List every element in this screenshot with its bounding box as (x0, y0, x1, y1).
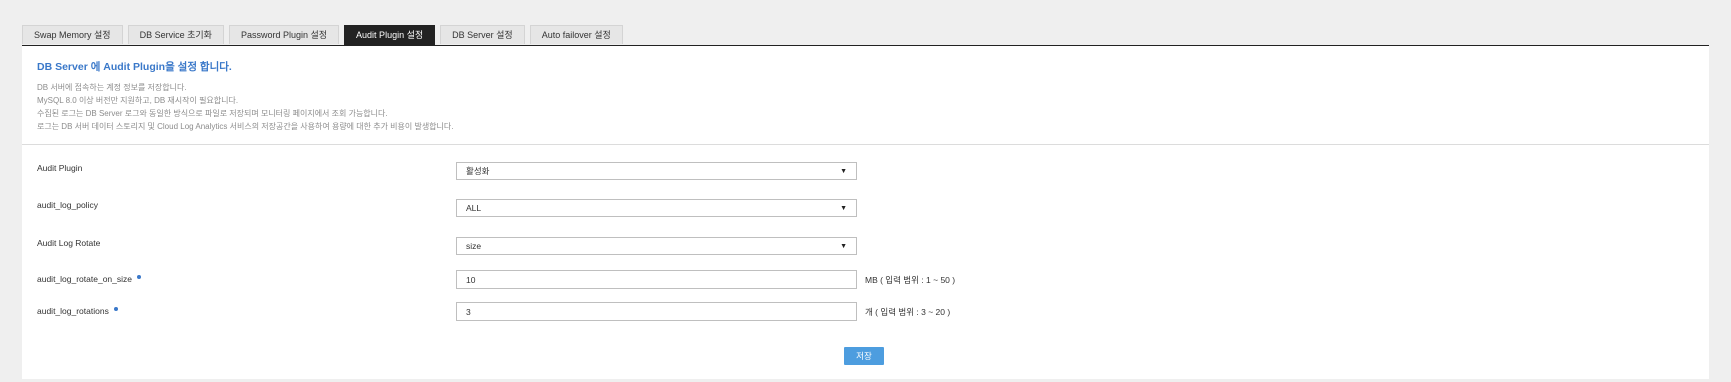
tab-auto-failover[interactable]: Auto failover 설정 (529, 25, 623, 44)
description-line: 로그는 DB 서버 데이터 스토리지 및 Cloud Log Analytics… (37, 122, 454, 131)
description-line: 수집된 로그는 DB Server 로그와 동일한 방식으로 파일로 저장되며 … (37, 109, 388, 118)
audit-log-policy-select[interactable]: ALL ▼ (456, 199, 857, 217)
audit-plugin-select[interactable]: 활성화 ▼ (456, 162, 857, 180)
tab-bar: Swap Memory 설정 DB Service 초기화 Password P… (22, 25, 628, 45)
audit-log-rotations-label: audit_log_rotations (37, 306, 118, 316)
description-line: DB 서버에 접속하는 계정 정보를 저장합니다. (37, 83, 187, 92)
panel-title: DB Server 에 Audit Plugin을 설정 합니다. (37, 61, 232, 73)
description-line: MySQL 8.0 이상 버전만 지원하고, DB 재시작이 필요합니다. (37, 96, 239, 105)
audit-plugin-value: 활성화 (466, 166, 490, 176)
audit-log-rotations-input[interactable] (456, 302, 857, 321)
audit-log-rotate-on-size-unit: MB ( 입력 범위 : 1 ~ 50 ) (865, 275, 956, 285)
audit-log-rotate-select[interactable]: size ▼ (456, 237, 857, 255)
audit-log-rotate-on-size-label-text: audit_log_rotate_on_size (37, 274, 132, 284)
audit-log-rotate-value: size (466, 241, 482, 251)
audit-log-rotate-on-size-input[interactable] (456, 270, 857, 289)
audit-log-policy-value: ALL (466, 203, 482, 213)
audit-plugin-label: Audit Plugin (37, 163, 83, 173)
caret-down-icon: ▼ (840, 205, 847, 212)
tab-audit-plugin[interactable]: Audit Plugin 설정 (344, 25, 436, 45)
tab-password-plugin[interactable]: Password Plugin 설정 (228, 25, 340, 44)
caret-down-icon: ▼ (840, 243, 847, 250)
audit-log-rotations-label-text: audit_log_rotations (37, 306, 109, 316)
save-button[interactable]: 저장 (844, 347, 884, 365)
audit-log-rotate-on-size-label: audit_log_rotate_on_size (37, 274, 141, 284)
caret-down-icon: ▼ (840, 168, 847, 175)
settings-panel: DB Server 에 Audit Plugin을 설정 합니다. DB 서버에… (22, 45, 1709, 379)
audit-log-policy-label: audit_log_policy (37, 200, 98, 210)
required-dot-icon (137, 275, 141, 279)
tab-db-server[interactable]: DB Server 설정 (440, 25, 525, 44)
panel-header: DB Server 에 Audit Plugin을 설정 합니다. DB 서버에… (22, 46, 1709, 145)
audit-log-rotations-unit: 개 ( 입력 범위 : 3 ~ 20 ) (865, 307, 951, 317)
tab-db-service-init[interactable]: DB Service 초기화 (127, 25, 224, 44)
audit-log-rotate-label: Audit Log Rotate (37, 238, 101, 248)
required-dot-icon (113, 307, 118, 311)
tab-swap-memory[interactable]: Swap Memory 설정 (22, 25, 123, 44)
